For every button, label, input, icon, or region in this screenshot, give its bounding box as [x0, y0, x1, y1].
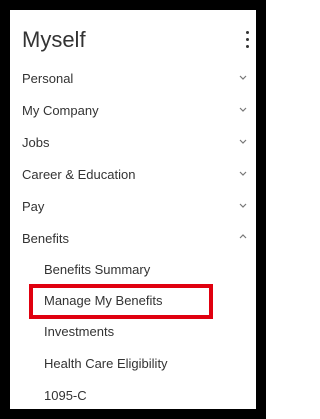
- menu-item-label: Pay: [22, 199, 45, 214]
- menu-item-career-education[interactable]: Career & Education: [22, 164, 252, 186]
- menu-item-pay[interactable]: Pay: [22, 196, 252, 218]
- menu-item-label: Career & Education: [22, 167, 136, 182]
- menu-item-label: Jobs: [22, 135, 50, 150]
- submenu-item-label: Health Care Eligibility: [44, 356, 168, 371]
- submenu-item-investments[interactable]: Investments: [44, 321, 254, 343]
- chevron-down-icon: [239, 203, 247, 208]
- submenu-item-label: Manage My Benefits: [44, 293, 163, 308]
- menu-item-benefits[interactable]: Benefits: [22, 228, 252, 250]
- chevron-down-icon: [239, 139, 247, 144]
- submenu-item-manage-my-benefits[interactable]: Manage My Benefits: [44, 290, 254, 312]
- menu-item-label: Benefits: [22, 231, 69, 246]
- chevron-down-icon: [239, 75, 247, 80]
- menu-item-label: Personal: [22, 71, 74, 86]
- submenu-item-1095-c[interactable]: 1095-C: [44, 385, 254, 407]
- menu-item-my-company[interactable]: My Company: [22, 100, 252, 122]
- chevron-down-icon: [239, 171, 247, 176]
- submenu-item-label: Benefits Summary: [44, 262, 151, 277]
- kebab-vertical-icon[interactable]: [239, 28, 257, 52]
- chevron-up-icon: [239, 234, 247, 239]
- menu-item-personal[interactable]: Personal: [22, 68, 252, 90]
- submenu-item-label: 1095-C: [44, 388, 87, 403]
- chevron-down-icon: [239, 107, 247, 112]
- menu-item-label: My Company: [22, 103, 99, 118]
- submenu-item-label: Investments: [44, 324, 115, 339]
- submenu-item-benefits-summary[interactable]: Benefits Summary: [44, 259, 254, 281]
- panel-title: Myself: [22, 27, 86, 52]
- menu-item-jobs[interactable]: Jobs: [22, 132, 252, 154]
- submenu-item-health-care-eligibility[interactable]: Health Care Eligibility: [44, 353, 254, 375]
